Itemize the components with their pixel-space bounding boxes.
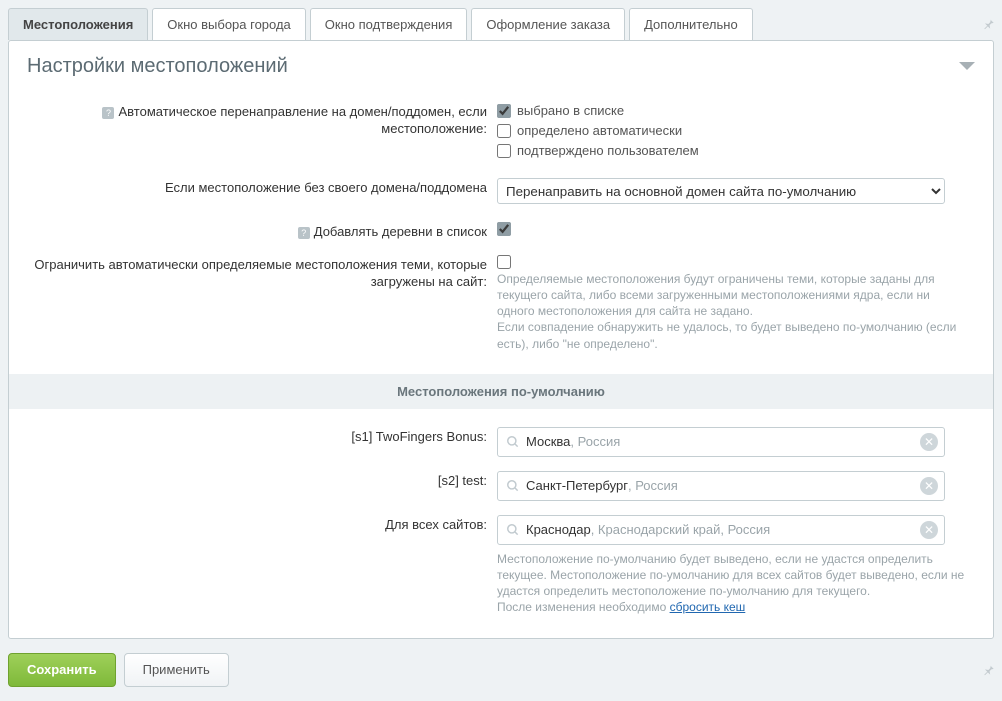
search-icon	[506, 479, 520, 493]
label-default-all: Для всех сайтов:	[27, 515, 497, 534]
location-value: Краснодар	[526, 522, 591, 537]
cb-auto-input[interactable]	[497, 124, 511, 138]
label-no-domain: Если местоположение без своего домена/по…	[27, 178, 497, 197]
tab-city-select-window[interactable]: Окно выбора города	[152, 8, 306, 40]
cb-villages-input[interactable]	[497, 222, 511, 236]
search-icon	[506, 435, 520, 449]
sub-header-defaults: Местоположения по-умолчанию	[9, 374, 993, 409]
location-input-s1[interactable]: Москва, Россия ✕	[497, 427, 945, 457]
cb-selected-in-list[interactable]: выбрано в списке	[497, 102, 975, 120]
tab-locations[interactable]: Местоположения	[8, 8, 148, 40]
location-input-s2[interactable]: Санкт-Петербург, Россия ✕	[497, 471, 945, 501]
help-icon[interactable]: ?	[102, 107, 114, 119]
panel-title: Настройки местоположений	[27, 55, 288, 78]
pin-icon[interactable]	[978, 659, 994, 681]
location-value: Москва	[526, 434, 570, 449]
footer-bar: Сохранить Применить	[8, 647, 994, 693]
location-subvalue: , Россия	[628, 478, 678, 493]
collapse-icon[interactable]	[959, 62, 975, 72]
select-no-domain-action[interactable]: Перенаправить на основной домен сайта по…	[497, 178, 945, 204]
location-value: Санкт-Петербург	[526, 478, 628, 493]
save-button[interactable]: Сохранить	[8, 653, 116, 687]
clear-icon[interactable]: ✕	[920, 521, 938, 539]
tab-checkout[interactable]: Оформление заказа	[471, 8, 625, 40]
location-subvalue: , Россия	[570, 434, 620, 449]
tab-additional[interactable]: Дополнительно	[629, 8, 753, 40]
label-auto-redirect: Автоматическое перенаправление на домен/…	[118, 104, 487, 136]
location-subvalue: , Краснодарский край, Россия	[591, 522, 771, 537]
cb-villages[interactable]	[497, 222, 975, 236]
cb-selected-input[interactable]	[497, 104, 511, 118]
label-villages: Добавлять деревни в список	[314, 224, 487, 239]
hint-defaults: Местоположение по-умолчанию будет выведе…	[497, 551, 965, 616]
cb-selected-label: выбрано в списке	[517, 102, 624, 120]
label-restrict: Ограничить автоматически определяемые ме…	[27, 255, 497, 291]
location-input-all[interactable]: Краснодар, Краснодарский край, Россия ✕	[497, 515, 945, 545]
search-icon	[506, 523, 520, 537]
clear-icon[interactable]: ✕	[920, 477, 938, 495]
cb-auto-detected[interactable]: определено автоматически	[497, 122, 975, 140]
help-icon[interactable]: ?	[298, 227, 310, 239]
pin-icon[interactable]	[978, 13, 994, 35]
settings-panel: Настройки местоположений ? Автоматическое…	[8, 40, 994, 639]
tab-confirm-window[interactable]: Окно подтверждения	[310, 8, 468, 40]
cb-restrict[interactable]	[497, 255, 975, 269]
tabs-bar: Местоположения Окно выбора города Окно п…	[0, 0, 1002, 40]
label-default-s2: [s2] test:	[27, 471, 497, 490]
cb-confirmed-input[interactable]	[497, 144, 511, 158]
apply-button[interactable]: Применить	[124, 653, 229, 687]
cb-restrict-input[interactable]	[497, 255, 511, 269]
reset-cache-link[interactable]: сбросить кеш	[670, 600, 746, 614]
cb-confirmed-label: подтверждено пользователем	[517, 142, 699, 160]
cb-confirmed[interactable]: подтверждено пользователем	[497, 142, 975, 160]
label-default-s1: [s1] TwoFingers Bonus:	[27, 427, 497, 446]
hint-restrict: Определяемые местоположения будут ограни…	[497, 271, 965, 352]
clear-icon[interactable]: ✕	[920, 433, 938, 451]
cb-auto-label: определено автоматически	[517, 122, 682, 140]
